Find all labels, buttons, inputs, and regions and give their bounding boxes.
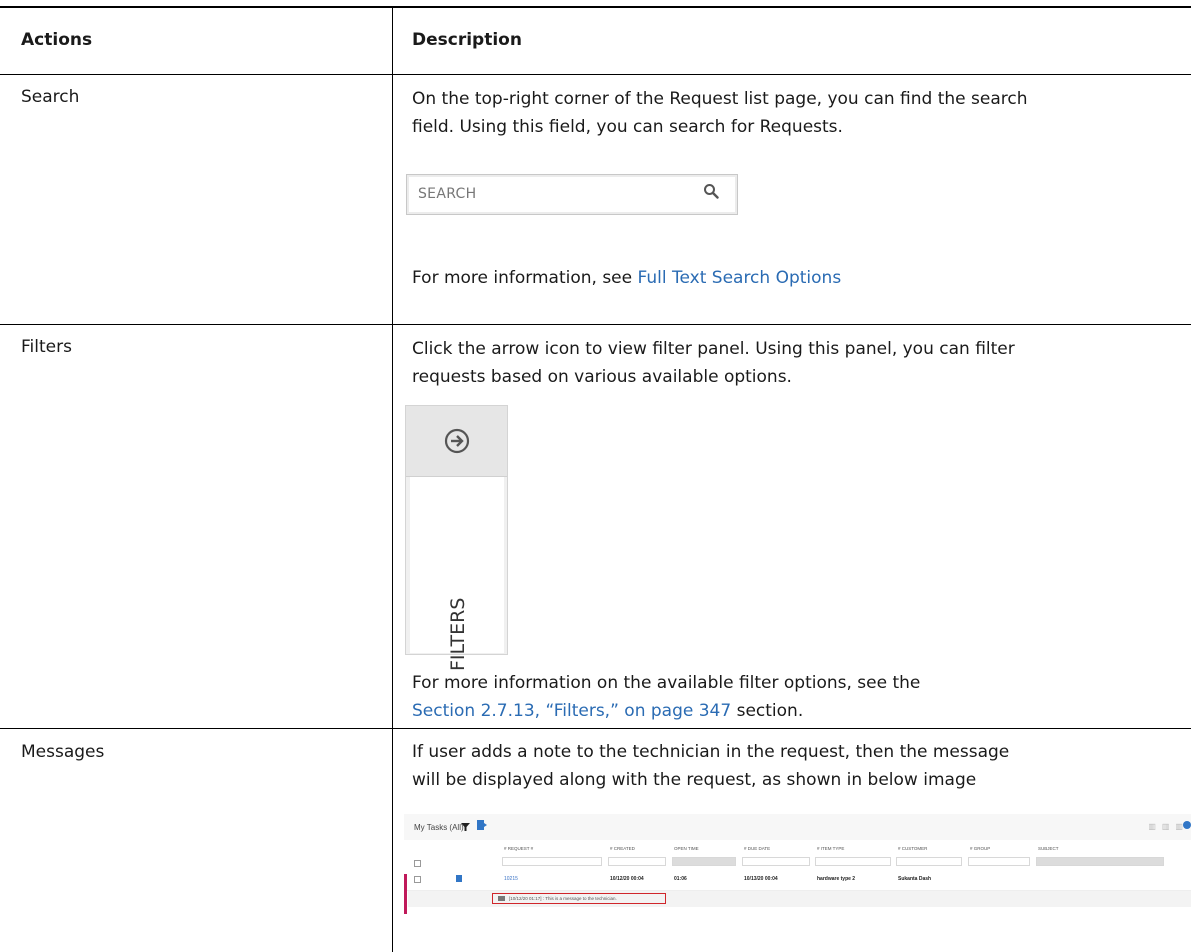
technician-message: [10/12/20 01:17] : This is a message to … — [492, 893, 666, 904]
action-filters: Filters — [21, 337, 72, 357]
column-filter-input[interactable] — [815, 857, 891, 866]
column-filter-input — [672, 857, 736, 866]
column-filter-input[interactable] — [608, 857, 666, 866]
column-header[interactable]: # GROUP — [970, 846, 990, 851]
item-type-value: hardware type 2 — [817, 876, 856, 882]
column-header[interactable]: # CUSTOMER — [898, 846, 927, 851]
search-icon[interactable] — [703, 183, 719, 199]
request-list-screenshot: My Tasks (All) ▥▥▥ # REQUEST # # CREATED… — [404, 814, 1191, 952]
search-description: On the top-right corner of the Request l… — [412, 85, 1172, 141]
row-divider — [0, 728, 1191, 729]
filters-panel[interactable]: FILTERS — [405, 405, 508, 671]
filters-panel-header — [406, 406, 507, 477]
arrow-right-circle-icon[interactable] — [444, 428, 470, 454]
filters-more-info: For more information on the available fi… — [412, 669, 1172, 725]
header-description: Description — [412, 30, 522, 50]
column-filter-input[interactable] — [896, 857, 962, 866]
new-request-icon[interactable] — [477, 820, 487, 830]
desc-line: On the top-right corner of the Request l… — [412, 89, 1028, 109]
column-header[interactable]: # DUE DATE — [744, 846, 770, 851]
header-rule — [0, 74, 1191, 75]
more-info-suffix: section. — [731, 701, 804, 721]
action-messages: Messages — [21, 742, 105, 762]
column-filter-input[interactable] — [742, 857, 810, 866]
message-text: [10/12/20 01:17] : This is a message to … — [509, 896, 617, 901]
filters-section-link[interactable]: Section 2.7.13, “Filters,” on page 347 — [412, 701, 731, 721]
row-checkbox[interactable] — [414, 876, 421, 883]
column-header[interactable]: # REQUEST # — [504, 846, 533, 851]
column-filter-input — [1036, 857, 1164, 866]
more-info-line: For more information on the available fi… — [412, 673, 921, 693]
row-divider — [0, 324, 1191, 325]
filters-panel-body: FILTERS — [410, 477, 504, 671]
more-info-text: For more information, see — [412, 268, 638, 288]
full-text-search-link[interactable]: Full Text Search Options — [638, 268, 842, 288]
task-view-title[interactable]: My Tasks (All) — [414, 823, 464, 832]
search-more-info: For more information, see Full Text Sear… — [412, 264, 1172, 292]
column-divider — [392, 6, 393, 952]
filters-label-text: FILTERS — [447, 598, 469, 671]
column-header[interactable]: # CREATED — [610, 846, 635, 851]
request-number[interactable]: 10215 — [504, 876, 518, 882]
request-list-toolbar — [404, 814, 1191, 840]
priority-indicator — [404, 874, 407, 914]
select-all-checkbox[interactable] — [414, 860, 421, 867]
search-placeholder: SEARCH — [418, 186, 477, 202]
table-row[interactable] — [404, 868, 1191, 891]
desc-line: Click the arrow icon to view filter pane… — [412, 339, 1015, 359]
request-status-icon — [456, 875, 462, 882]
column-header[interactable]: OPEN TIME — [674, 846, 699, 851]
due-date-value: 10/13/20 00:04 — [744, 876, 778, 882]
column-filter-input[interactable] — [502, 857, 602, 866]
desc-line: field. Using this field, you can search … — [412, 117, 843, 137]
filters-description: Click the arrow icon to view filter pane… — [412, 335, 1172, 391]
column-filter-input[interactable] — [968, 857, 1030, 866]
column-header[interactable]: SUBJECT — [1038, 846, 1059, 851]
column-header[interactable]: # ITEM TYPE — [817, 846, 844, 851]
customer-value: Sukanta Dash — [898, 876, 932, 882]
filters-vertical-label: FILTERS — [447, 598, 469, 671]
open-time-value: 01:06 — [674, 876, 687, 882]
settings-gear-icon[interactable] — [1183, 821, 1191, 829]
action-search: Search — [21, 87, 80, 107]
created-value: 10/12/20 00:04 — [610, 876, 644, 882]
table-top-rule — [0, 6, 1191, 8]
header-actions: Actions — [21, 30, 93, 50]
desc-line: requests based on various available opti… — [412, 367, 792, 387]
desc-line: If user adds a note to the technician in… — [412, 742, 1010, 762]
envelope-icon — [498, 896, 505, 901]
filter-funnel-icon[interactable] — [461, 823, 470, 831]
messages-description: If user adds a note to the technician in… — [412, 738, 1172, 794]
search-input[interactable]: SEARCH — [406, 174, 738, 215]
desc-line: will be displayed along with the request… — [412, 770, 977, 790]
